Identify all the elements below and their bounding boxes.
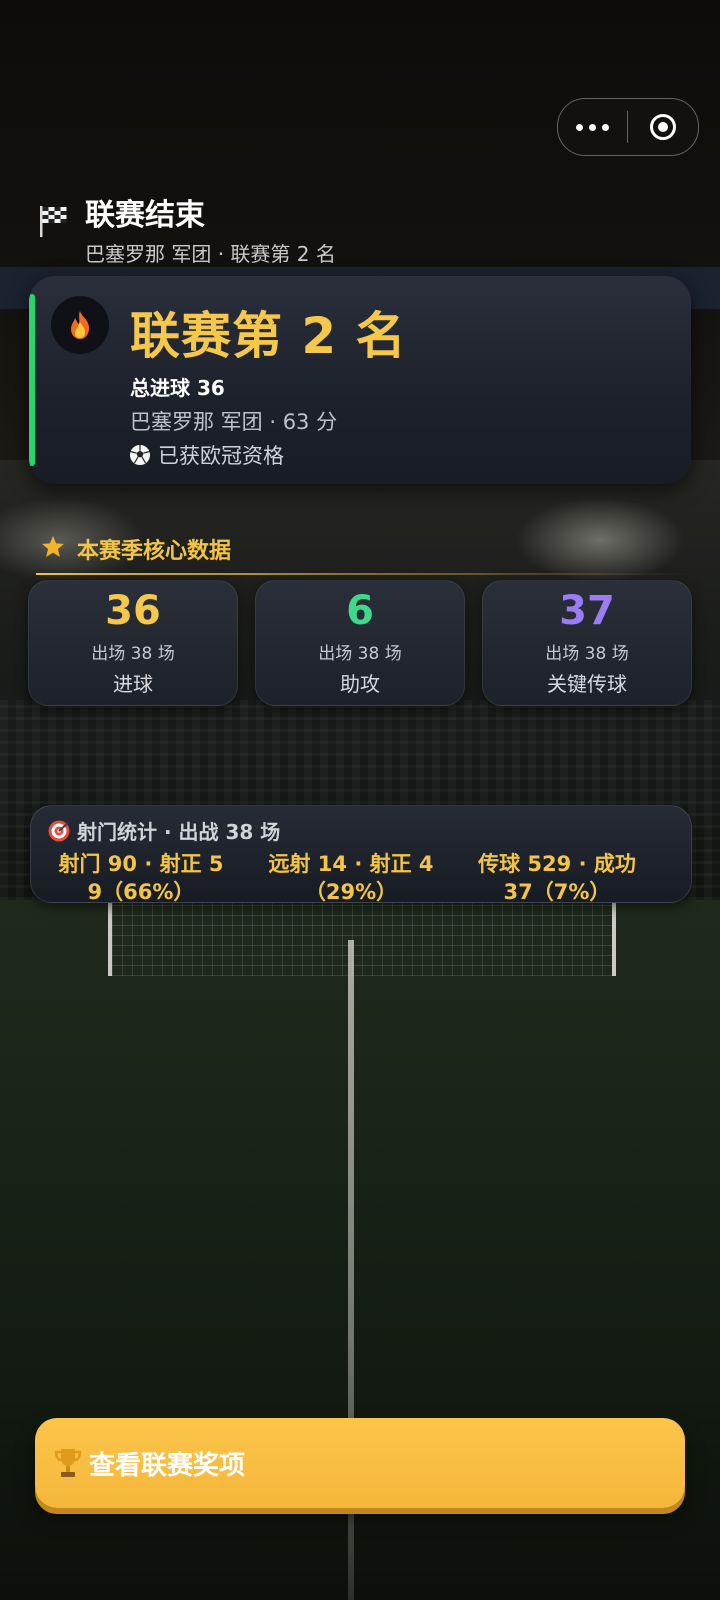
page-title: 联赛结束 bbox=[85, 198, 205, 233]
fire-icon bbox=[51, 296, 109, 354]
shots-stat-line2: 9（66%） bbox=[87, 880, 195, 904]
page-subtitle: 巴塞罗那 军团 · 联赛第 2 名 bbox=[85, 242, 336, 266]
stat-card-assists: 6 出场 38 场 助攻 bbox=[255, 580, 465, 706]
ucl-qualification: 已获欧冠资格 bbox=[128, 440, 284, 470]
checkered-flag-icon bbox=[40, 206, 67, 237]
stat-value: 36 bbox=[105, 588, 161, 634]
target-close-icon-dot bbox=[657, 122, 668, 132]
passes-stat: 传球 529 · 成功 37（7%） bbox=[459, 850, 655, 906]
view-league-awards-label: 查看联赛奖项 bbox=[89, 1450, 246, 1481]
stat-appearances: 出场 38 场 bbox=[545, 644, 629, 664]
ucl-qualification-label: 已获欧冠资格 bbox=[158, 444, 284, 468]
target-close-icon bbox=[649, 114, 676, 140]
more-button[interactable] bbox=[558, 99, 627, 155]
rank-title: 联赛第 2 名 bbox=[130, 307, 407, 365]
stat-label: 助攻 bbox=[340, 672, 380, 696]
stat-card-goals: 36 出场 38 场 进球 bbox=[28, 580, 238, 706]
miniprogram-capsule bbox=[557, 98, 699, 156]
passes-stat-line2: 37（7%） bbox=[503, 880, 611, 904]
shooting-stats-header: 射门统计 · 出战 38 场 bbox=[47, 816, 280, 845]
star-icon bbox=[42, 536, 64, 557]
team-points: 巴塞罗那 军团 · 63 分 bbox=[130, 410, 338, 434]
stat-card-key-passes: 37 出场 38 场 关键传球 bbox=[482, 580, 692, 706]
target-icon bbox=[48, 820, 70, 841]
more-dots-icon bbox=[589, 123, 596, 131]
more-dots-icon bbox=[576, 123, 583, 131]
long-shots-stat: 远射 14 · 射正 4 （29%） bbox=[253, 850, 449, 906]
long-shots-stat-line1: 远射 14 · 射正 4 bbox=[268, 852, 434, 876]
shots-stat: 射门 90 · 射正 5 9（66%） bbox=[43, 850, 239, 906]
stat-value: 37 bbox=[559, 588, 615, 634]
season-stats-title: 本赛季核心数据 bbox=[77, 539, 232, 564]
stat-label: 关键传球 bbox=[547, 672, 627, 696]
fire-icon-shape bbox=[71, 311, 89, 339]
shooting-stats-card: 射门统计 · 出战 38 场 射门 90 · 射正 5 9（66%） 远射 14… bbox=[30, 805, 692, 906]
soccer-ball-icon bbox=[129, 444, 151, 466]
stat-label: 进球 bbox=[113, 672, 153, 696]
shots-stat-line1: 射门 90 · 射正 5 bbox=[58, 852, 224, 876]
total-goals: 总进球 36 bbox=[130, 376, 225, 400]
stat-appearances: 出场 38 场 bbox=[91, 644, 175, 664]
background-goal bbox=[108, 898, 616, 976]
stat-value: 6 bbox=[346, 588, 374, 634]
league-rank-card: 联赛第 2 名 总进球 36 巴塞罗那 军团 · 63 分 已获欧冠资格 bbox=[29, 276, 691, 484]
rank-accent-bar bbox=[29, 294, 35, 466]
stat-appearances: 出场 38 场 bbox=[318, 644, 402, 664]
shooting-stats-title: 射门统计 · 出战 38 场 bbox=[77, 820, 281, 844]
section-divider bbox=[36, 573, 690, 575]
close-miniprogram-button[interactable] bbox=[628, 99, 697, 155]
long-shots-stat-line2: （29%） bbox=[304, 880, 398, 904]
trophy-icon bbox=[54, 1449, 82, 1477]
view-league-awards-button[interactable]: 查看联赛奖项 bbox=[35, 1418, 685, 1508]
passes-stat-line1: 传球 529 · 成功 bbox=[478, 852, 636, 876]
more-dots-icon bbox=[602, 123, 609, 131]
